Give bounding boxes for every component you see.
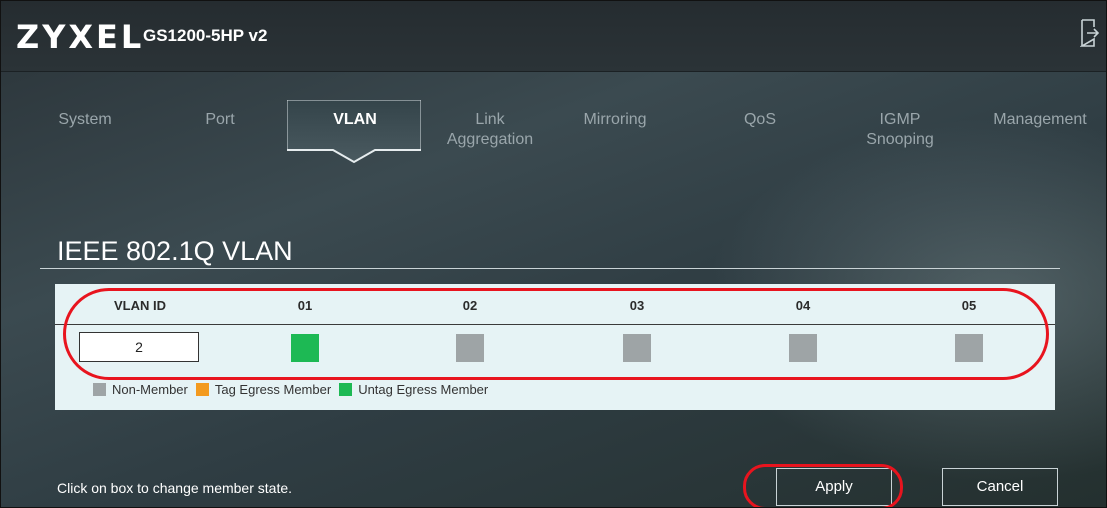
- swatch-non-member: [93, 383, 106, 396]
- tab-label: VLAN: [333, 111, 377, 128]
- col-header-port-02: 02: [462, 298, 478, 313]
- tab-label: Management: [993, 111, 1087, 128]
- col-header-port-03: 03: [629, 298, 645, 313]
- col-header-port-04: 04: [795, 298, 811, 313]
- member-state-hint: Click on box to change member state.: [57, 480, 293, 496]
- tab-mirroring[interactable]: Mirroring: [560, 100, 670, 162]
- vlan-id-field[interactable]: 2: [79, 332, 199, 362]
- tab-label-line2: Aggregation: [446, 131, 534, 148]
- tab-system[interactable]: System: [40, 100, 130, 162]
- port-01-member-box[interactable]: [291, 334, 319, 362]
- tab-vlan[interactable]: VLAN: [300, 100, 410, 162]
- port-05-member-box[interactable]: [955, 334, 983, 362]
- tab-label-line2: Snooping: [866, 131, 934, 148]
- title-divider: [40, 268, 1060, 269]
- header-bar: ZYXEL GS1200-5HP v2: [0, 0, 1107, 72]
- tab-label: System: [58, 111, 112, 128]
- brand-logo: ZYXEL: [16, 18, 145, 56]
- logout-icon[interactable]: [1080, 18, 1100, 48]
- tab-igmp-snooping[interactable]: IGMP Snooping: [850, 100, 950, 162]
- page-title: IEEE 802.1Q VLAN: [57, 236, 293, 266]
- main-nav: System Port VLAN Link Aggregation Mirror…: [0, 100, 1107, 170]
- legend-untag-egress-member: Untag Egress Member: [339, 382, 488, 397]
- port-03-member-box[interactable]: [623, 334, 651, 362]
- vlan-table-panel: VLAN ID 01 02 03 04 05 2 Non-Member Tag …: [55, 284, 1055, 410]
- swatch-untag-egress-member: [339, 383, 353, 396]
- tab-label: Link: [475, 111, 505, 128]
- legend-label: Tag Egress Member: [214, 382, 332, 397]
- tab-label: QoS: [743, 111, 776, 128]
- legend-tag-egress-member: Tag Egress Member: [195, 382, 332, 397]
- tab-port[interactable]: Port: [180, 100, 260, 162]
- model-name: GS1200-5HP v2: [143, 26, 268, 45]
- cancel-button[interactable]: Cancel: [942, 468, 1058, 506]
- port-02-member-box[interactable]: [456, 334, 484, 362]
- col-header-port-05: 05: [961, 298, 977, 313]
- tab-link-aggregation[interactable]: Link Aggregation: [430, 100, 550, 162]
- swatch-tag-egress-member: [195, 383, 209, 396]
- legend-label: Non-Member: [112, 382, 188, 397]
- header-divider: [55, 324, 1055, 325]
- tab-label: Port: [205, 111, 235, 128]
- col-header-vlan-id: VLAN ID: [114, 298, 166, 313]
- app-page: ZYXEL GS1200-5HP v2 System Port VLAN Lin: [0, 0, 1107, 508]
- tab-qos[interactable]: QoS: [720, 100, 800, 162]
- tab-management[interactable]: Management: [980, 100, 1100, 162]
- legend-non-member: Non-Member: [93, 382, 188, 397]
- tab-label: IGMP: [879, 111, 921, 128]
- col-header-port-01: 01: [297, 298, 313, 313]
- port-04-member-box[interactable]: [789, 334, 817, 362]
- legend-label: Untag Egress Member: [358, 382, 489, 397]
- member-legend: Non-Member Tag Egress Member Untag Egres…: [93, 382, 496, 397]
- apply-button[interactable]: Apply: [776, 468, 892, 506]
- tab-label: Mirroring: [583, 111, 647, 128]
